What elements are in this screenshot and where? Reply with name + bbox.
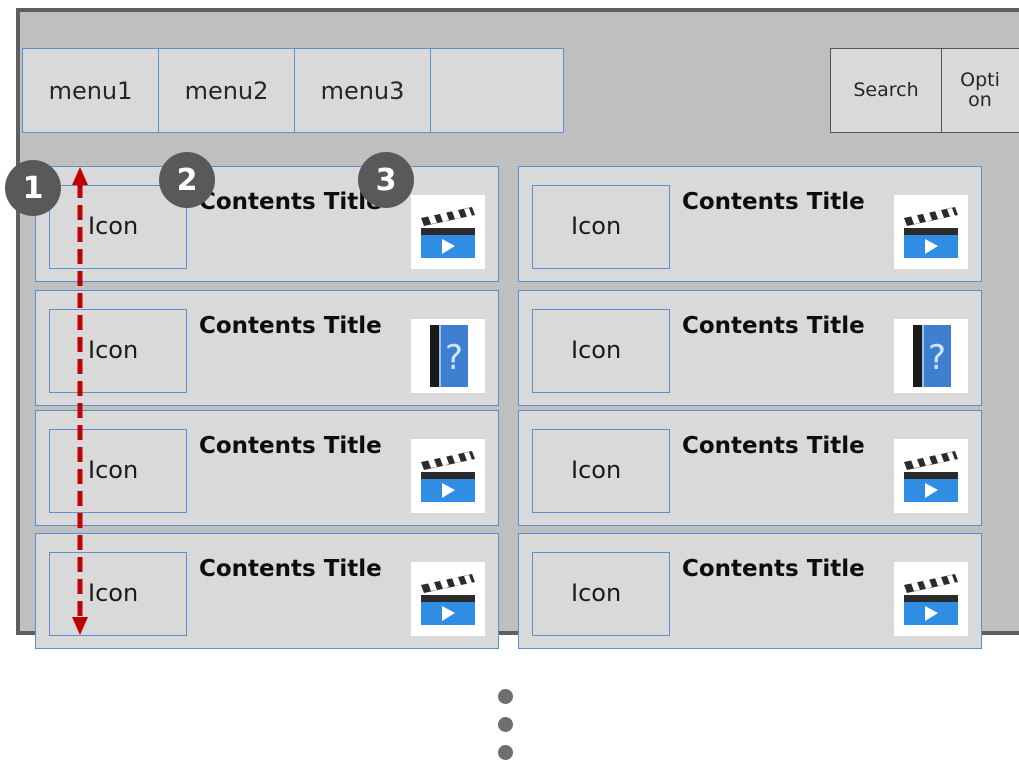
callout-badge-3: 3 — [358, 152, 414, 208]
content-title: Contents Title — [199, 313, 382, 339]
svg-text:?: ? — [445, 338, 463, 378]
menu-item-4[interactable] — [431, 49, 563, 132]
video-clapperboard-icon[interactable] — [894, 195, 968, 269]
help-book-icon[interactable]: ? — [894, 319, 968, 393]
search-button[interactable]: Search — [830, 48, 942, 133]
more-indicator-dot — [498, 745, 513, 760]
video-clapperboard-icon[interactable] — [894, 562, 968, 636]
content-card[interactable]: Icon Contents Title — [518, 410, 982, 526]
option-button[interactable]: Opti on — [941, 48, 1019, 133]
content-card[interactable]: Icon Contents Title ? — [518, 290, 982, 406]
content-card[interactable]: Icon Contents Title — [518, 166, 982, 282]
video-clapperboard-icon[interactable] — [411, 439, 485, 513]
icon-placeholder-label: Icon — [571, 579, 622, 607]
more-indicator-dot — [498, 717, 513, 732]
menu-bar: menu1 menu2 menu3 — [22, 48, 564, 133]
video-clapperboard-icon[interactable] — [411, 195, 485, 269]
vertical-scroll-arrow-icon — [72, 167, 88, 635]
content-card[interactable]: Icon Contents Title — [35, 410, 499, 526]
callout-badge-2: 2 — [159, 152, 215, 208]
icon-placeholder-label: Icon — [571, 456, 622, 484]
content-card[interactable]: Icon Contents Title ? — [35, 290, 499, 406]
help-book-icon[interactable]: ? — [411, 319, 485, 393]
content-title: Contents Title — [682, 433, 865, 459]
icon-placeholder-label: Icon — [571, 336, 622, 364]
content-title: Contents Title — [199, 433, 382, 459]
content-card[interactable]: Icon Contents Title — [35, 533, 499, 649]
content-title: Contents Title — [682, 313, 865, 339]
svg-text:?: ? — [928, 338, 946, 378]
video-clapperboard-icon[interactable] — [411, 562, 485, 636]
menu-item-3[interactable]: menu3 — [295, 49, 431, 132]
content-title: Contents Title — [199, 189, 382, 215]
more-indicator-dot — [498, 689, 513, 704]
icon-placeholder-label: Icon — [571, 212, 622, 240]
callout-badge-1: 1 — [5, 160, 61, 216]
content-title: Contents Title — [199, 556, 382, 582]
menu-item-1[interactable]: menu1 — [23, 49, 159, 132]
video-clapperboard-icon[interactable] — [894, 439, 968, 513]
content-card[interactable]: Icon Contents Title — [518, 533, 982, 649]
wireframe-canvas: menu1 menu2 menu3 Search Opti on Icon Co… — [0, 0, 1019, 767]
menu-item-2[interactable]: menu2 — [159, 49, 295, 132]
content-card[interactable]: Icon Contents Title — [35, 166, 499, 282]
content-title: Contents Title — [682, 556, 865, 582]
content-title: Contents Title — [682, 189, 865, 215]
